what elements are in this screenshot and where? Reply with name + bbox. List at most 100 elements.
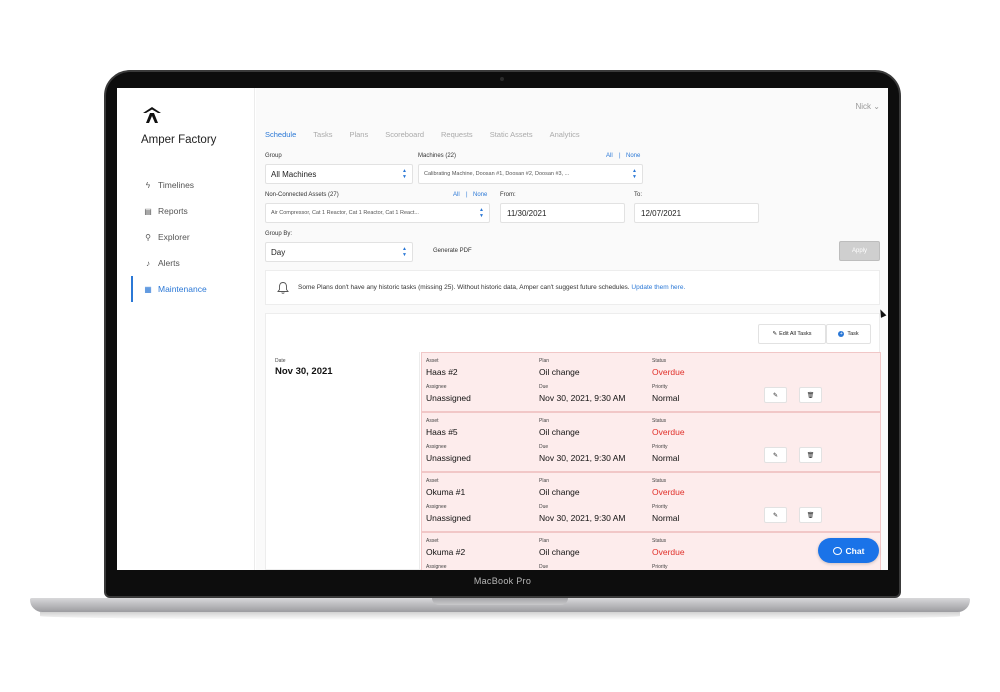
- group-by-label: Group By:: [265, 231, 293, 237]
- task-row[interactable]: Asset Haas #5 Plan Oil change Status Ove…: [421, 412, 881, 472]
- delete-task-button[interactable]: 🗑: [799, 387, 822, 403]
- task-priority: Normal: [652, 513, 680, 523]
- updown-chevron-icon: ▲ ▼: [402, 168, 407, 180]
- sidebar-nav: ϟ Timelines ▤ Reports ⚲ Explorer ♪ Alert…: [131, 172, 255, 302]
- to-date-input[interactable]: 12/07/2021: [634, 203, 759, 223]
- laptop-notch: [432, 598, 568, 605]
- to-label: To:: [634, 192, 643, 198]
- group-label: Group: [265, 153, 282, 159]
- task-row[interactable]: Asset Okuma #2 Plan Oil change Status Ov…: [421, 532, 881, 570]
- camera-dot: [500, 77, 504, 81]
- status-label: Status: [652, 418, 667, 424]
- sidebar-item-label: Alerts: [158, 258, 180, 268]
- apply-button[interactable]: Apply: [839, 241, 880, 261]
- update-plans-link[interactable]: Update them here.: [631, 284, 685, 291]
- trash-icon: 🗑: [806, 452, 815, 459]
- delete-task-button[interactable]: 🗑: [799, 507, 822, 523]
- sidebar-item-reports[interactable]: ▤ Reports: [131, 198, 255, 224]
- calendar-icon: ▦: [144, 284, 152, 294]
- machines-all-link[interactable]: All: [606, 153, 613, 159]
- status-label: Status: [652, 358, 667, 364]
- non-connected-all-link[interactable]: All: [453, 192, 460, 198]
- tab-scoreboard[interactable]: Scoreboard: [385, 130, 424, 139]
- task-assignee: Unassigned: [426, 513, 471, 523]
- edit-all-tasks-button[interactable]: ✎ Edit All Tasks: [758, 324, 826, 344]
- machines-select-value: Calibrating Machine, Doosan #1, Doosan #…: [424, 171, 570, 177]
- sidebar-item-explorer[interactable]: ⚲ Explorer: [131, 224, 255, 250]
- task-status: Overdue: [652, 427, 685, 437]
- tab-static-assets[interactable]: Static Assets: [490, 130, 533, 139]
- plus-icon: +: [838, 331, 845, 337]
- pencil-icon: ✎: [772, 392, 779, 399]
- group-by-select[interactable]: Day ▲ ▼: [265, 242, 413, 262]
- group-select-value: All Machines: [271, 169, 317, 179]
- non-connected-select-value: Air Compressor, Cat 1 Reactor, Cat 1 Rea…: [271, 210, 419, 216]
- device-label: MacBook Pro: [473, 576, 532, 586]
- task-assignee: Unassigned: [426, 453, 471, 463]
- sidebar-item-label: Timelines: [158, 180, 195, 190]
- task-plan: Oil change: [539, 367, 580, 377]
- task-due: Nov 30, 2021, 9:30 AM: [539, 393, 626, 403]
- user-menu[interactable]: Nick ⌄: [856, 102, 881, 111]
- edit-task-button[interactable]: ✎: [764, 447, 787, 463]
- pencil-icon: ✎: [772, 512, 779, 519]
- updown-chevron-icon: ▲ ▼: [632, 168, 637, 180]
- user-name: Nick: [855, 102, 872, 111]
- pencil-icon: ✎: [772, 452, 779, 459]
- chat-bubble-icon: [832, 546, 842, 555]
- bolt-icon: ϟ: [145, 180, 151, 190]
- bell-icon: ♪: [146, 258, 150, 268]
- task-due: Nov 30, 2021, 9:30 AM: [539, 453, 626, 463]
- add-task-label: Task: [847, 331, 859, 337]
- asset-label: Asset: [426, 358, 439, 364]
- priority-label: Priority: [652, 384, 668, 390]
- group-select[interactable]: All Machines ▲ ▼: [265, 164, 413, 184]
- sidebar-item-timelines[interactable]: ϟ Timelines: [131, 172, 255, 198]
- non-connected-select[interactable]: Air Compressor, Cat 1 Reactor, Cat 1 Rea…: [265, 203, 490, 223]
- task-row[interactable]: Asset Okuma #1 Plan Oil change Status Ov…: [421, 472, 881, 532]
- task-priority: Normal: [652, 393, 680, 403]
- updown-chevron-icon: ▲ ▼: [402, 246, 407, 258]
- edit-task-button[interactable]: ✎: [764, 507, 787, 523]
- due-label: Due: [539, 444, 549, 450]
- add-task-button[interactable]: + Task: [826, 324, 871, 344]
- task-plan: Oil change: [539, 487, 580, 497]
- tab-bar: Schedule Tasks Plans Scoreboard Requests…: [265, 130, 597, 139]
- task-row[interactable]: Asset Haas #2 Plan Oil change Status Ove…: [421, 352, 881, 412]
- delete-task-button[interactable]: 🗑: [799, 447, 822, 463]
- task-status: Overdue: [652, 367, 685, 377]
- generate-pdf-button[interactable]: Generate PDF: [433, 248, 472, 254]
- plan-label: Plan: [539, 538, 550, 544]
- plan-label: Plan: [539, 358, 550, 364]
- sidebar-item-label: Maintenance: [158, 284, 207, 294]
- task-priority: Normal: [652, 453, 680, 463]
- schedule-panel: ✎ Edit All Tasks + Task Date Nov 30, 202…: [265, 313, 881, 570]
- task-status: Overdue: [652, 547, 685, 557]
- task-asset: Haas #5: [426, 427, 458, 437]
- screen: Amper Factory ϟ Timelines ▤ Reports ⚲ Ex…: [117, 88, 888, 570]
- group-by-select-value: Day: [271, 247, 286, 257]
- tab-analytics[interactable]: Analytics: [550, 130, 580, 139]
- tab-requests[interactable]: Requests: [441, 130, 473, 139]
- date-column: Date Nov 30, 2021: [266, 352, 420, 570]
- from-date-input[interactable]: 11/30/2021: [500, 203, 625, 223]
- task-asset: Haas #2: [426, 367, 458, 377]
- machines-select[interactable]: Calibrating Machine, Doosan #1, Doosan #…: [418, 164, 643, 184]
- task-due: Nov 30, 2021, 9:30 AM: [539, 513, 626, 523]
- notice-text: Some Plans don't have any historic tasks…: [298, 284, 685, 291]
- machines-label: Machines (22): [418, 153, 457, 159]
- edit-task-button[interactable]: ✎: [764, 387, 787, 403]
- non-connected-none-link[interactable]: None: [473, 192, 487, 198]
- status-label: Status: [652, 478, 667, 484]
- task-assignee: Unassigned: [426, 393, 471, 403]
- sidebar-item-alerts[interactable]: ♪ Alerts: [131, 250, 255, 276]
- assignee-label: Assignee: [426, 384, 447, 390]
- priority-label: Priority: [652, 444, 668, 450]
- tab-tasks[interactable]: Tasks: [313, 130, 332, 139]
- tab-schedule[interactable]: Schedule: [265, 130, 296, 139]
- machines-none-link[interactable]: None: [626, 153, 640, 159]
- sidebar-item-maintenance[interactable]: ▦ Maintenance: [131, 276, 255, 302]
- plan-label: Plan: [539, 418, 550, 424]
- chat-button[interactable]: Chat: [818, 538, 879, 563]
- tab-plans[interactable]: Plans: [349, 130, 368, 139]
